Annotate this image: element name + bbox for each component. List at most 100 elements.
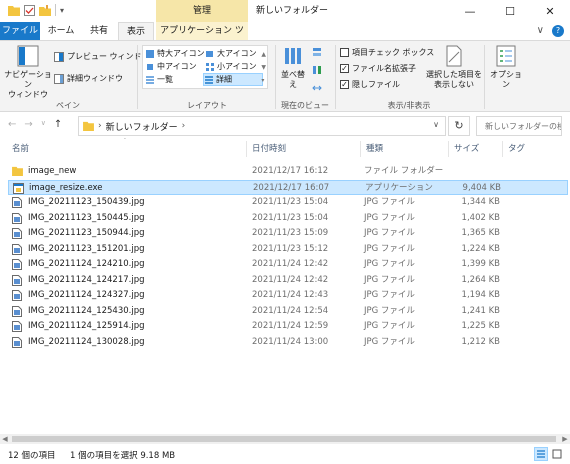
file-type: JPG ファイル: [364, 243, 415, 254]
file-row[interactable]: IMG_20211123_151201.jpg 2021/11/23 15:12 J…: [8, 242, 568, 258]
file-row[interactable]: IMG_20211123_150439.jpg 2021/11/23 15:04 J…: [8, 195, 568, 211]
details-view-button[interactable]: [534, 447, 548, 461]
folder-icon: [12, 166, 23, 177]
layout-gallery: 特大アイコン 大アイコン 中アイコン 小アイコン 一覧 詳細 ▲ ▼ ▾: [142, 45, 268, 89]
recent-locations-icon[interactable]: ∨: [41, 119, 46, 130]
collapse-ribbon-icon[interactable]: ∨: [537, 25, 544, 37]
file-type: JPG ファイル: [364, 259, 415, 269]
column-header-tag[interactable]: タグ: [504, 139, 564, 159]
manage-tab[interactable]: 管理: [156, 0, 248, 22]
tab-app-tools[interactable]: アプリケーション ツール: [156, 22, 248, 54]
new-folder-icon[interactable]: [39, 4, 51, 16]
image-file-icon: [12, 336, 23, 348]
column-header-name[interactable]: 名前: [8, 139, 244, 159]
tab-view[interactable]: 表示: [118, 22, 154, 40]
image-file-icon: [12, 274, 23, 286]
file-row[interactable]: IMG_20211124_124327.jpg 2021/11/24 12:43 J…: [8, 288, 568, 304]
search-box[interactable]: 新しいフォルダーの検索: [476, 116, 562, 136]
maximize-button[interactable]: ☐: [490, 0, 530, 22]
minimize-button[interactable]: —: [450, 0, 490, 22]
customize-qat-icon[interactable]: ▾: [60, 6, 64, 15]
file-row[interactable]: IMG_20211124_124210.jpg 2021/11/24 12:42 J…: [8, 257, 568, 273]
group-by-icon[interactable]: [312, 47, 322, 57]
item-checkboxes-toggle[interactable]: 項目チェック ボックス: [340, 47, 434, 58]
sort-by-button[interactable]: 並べ替え: [278, 45, 308, 90]
scrollbar-thumb[interactable]: [12, 436, 556, 442]
file-name[interactable]: IMG_20211124_125914.jpg: [28, 319, 145, 335]
file-name[interactable]: IMG_20211124_130028.jpg: [28, 335, 145, 351]
title-bar: ▾ 管理 新しいフォルダー — ☐ ✕: [0, 0, 570, 22]
item-count: 12 個の項目: [8, 451, 56, 461]
quick-access-toolbar: ▾: [8, 4, 64, 16]
list-option[interactable]: 一覧: [145, 74, 173, 85]
horizontal-scrollbar[interactable]: ◀ ▶: [0, 434, 570, 444]
column-divider[interactable]: [246, 141, 247, 157]
file-row[interactable]: IMG_20211124_124217.jpg 2021/11/24 12:42 J…: [8, 273, 568, 289]
small-icons-option[interactable]: 小アイコン: [205, 61, 257, 72]
file-row[interactable]: image_new 2021/12/17 16:12 ファイル フォルダー: [8, 164, 568, 180]
sort-by-label: 並べ替え: [281, 70, 305, 89]
scroll-left-icon[interactable]: ◀: [0, 434, 10, 444]
close-button[interactable]: ✕: [530, 0, 570, 22]
file-row[interactable]: IMG_20211124_125430.jpg 2021/11/24 12:54 J…: [8, 304, 568, 320]
layout-gallery-scroll-icon[interactable]: ▲ ▼ ▾: [261, 48, 266, 87]
column-divider[interactable]: [360, 141, 361, 157]
file-type: JPG ファイル: [364, 212, 415, 223]
back-arrow-icon[interactable]: ←: [8, 119, 16, 130]
file-name[interactable]: IMG_20211124_124217.jpg: [28, 273, 145, 289]
file-extensions-toggle[interactable]: ✓ ファイル名拡張子: [340, 63, 416, 74]
file-name[interactable]: IMG_20211123_151201.jpg: [28, 242, 145, 258]
options-button[interactable]: オプション: [488, 45, 524, 90]
tab-file[interactable]: ファイル: [0, 22, 40, 40]
details-view-option[interactable]: 詳細: [203, 73, 263, 86]
size-columns-icon[interactable]: [312, 83, 322, 93]
address-dropdown-icon[interactable]: ∨: [433, 120, 439, 129]
up-arrow-icon[interactable]: ↑: [54, 119, 62, 130]
image-file-icon: [12, 305, 23, 317]
file-name[interactable]: IMG_20211124_124210.jpg: [28, 257, 145, 273]
show-hide-group: 項目チェック ボックス ✓ ファイル名拡張子 ✓ 隠しファイル 選択した項目を …: [336, 41, 482, 113]
column-header-date[interactable]: 日付時刻: [248, 139, 358, 159]
column-divider[interactable]: [502, 141, 503, 157]
hide-selected-button[interactable]: 選択した項目を 表示しない: [426, 45, 482, 90]
file-name[interactable]: IMG_20211123_150944.jpg: [28, 226, 145, 242]
column-header-type[interactable]: 種類: [362, 139, 448, 159]
file-name[interactable]: image_new: [28, 164, 76, 180]
tab-home[interactable]: ホーム: [43, 22, 79, 40]
forward-arrow-icon[interactable]: →: [24, 119, 32, 130]
item-checkboxes-checkbox[interactable]: [340, 48, 349, 57]
column-divider[interactable]: [448, 141, 449, 157]
breadcrumb-folder[interactable]: 新しいフォルダー: [106, 120, 178, 133]
tab-share[interactable]: 共有: [82, 22, 116, 40]
file-extensions-checkbox[interactable]: ✓: [340, 64, 349, 73]
file-name[interactable]: image_resize.exe: [29, 181, 103, 197]
file-row[interactable]: image_resize.exe 2021/12/17 16:07 アプリケーション…: [8, 179, 568, 197]
hidden-items-toggle[interactable]: ✓ 隠しファイル: [340, 79, 400, 90]
file-row[interactable]: IMG_20211123_150445.jpg 2021/11/23 15:04 J…: [8, 211, 568, 227]
breadcrumb-separator-icon[interactable]: ›: [182, 121, 186, 131]
file-date: 2021/12/17 16:07: [253, 182, 330, 193]
address-bar[interactable]: › 新しいフォルダー › ∨: [78, 116, 446, 136]
xl-icons-option[interactable]: 特大アイコン: [145, 48, 205, 59]
file-row[interactable]: IMG_20211124_130028.jpg 2021/11/24 13:00 J…: [8, 335, 568, 351]
refresh-button[interactable]: ↻: [448, 116, 470, 136]
breadcrumb-separator-icon[interactable]: ›: [98, 121, 102, 131]
column-header-size[interactable]: サイズ: [450, 139, 502, 159]
large-icons-view-button[interactable]: [550, 447, 564, 461]
file-type: JPG ファイル: [364, 321, 415, 331]
help-icon[interactable]: ?: [552, 25, 564, 37]
medium-icons-option[interactable]: 中アイコン: [145, 61, 197, 72]
file-name[interactable]: IMG_20211124_125430.jpg: [28, 304, 145, 320]
file-type: JPG ファイル: [364, 305, 415, 316]
file-name[interactable]: IMG_20211123_150445.jpg: [28, 211, 145, 227]
properties-check-icon[interactable]: [24, 4, 35, 16]
add-columns-icon[interactable]: [312, 65, 322, 75]
folder-icon[interactable]: [8, 5, 20, 16]
file-row[interactable]: IMG_20211124_125914.jpg 2021/11/24 12:59 J…: [8, 319, 568, 335]
hidden-items-checkbox[interactable]: ✓: [340, 80, 349, 89]
file-name[interactable]: IMG_20211123_150439.jpg: [28, 195, 145, 211]
large-icons-option[interactable]: 大アイコン: [205, 48, 257, 59]
file-row[interactable]: IMG_20211123_150944.jpg 2021/11/23 15:09 J…: [8, 226, 568, 242]
scroll-right-icon[interactable]: ▶: [560, 434, 570, 444]
file-name[interactable]: IMG_20211124_124327.jpg: [28, 288, 145, 304]
